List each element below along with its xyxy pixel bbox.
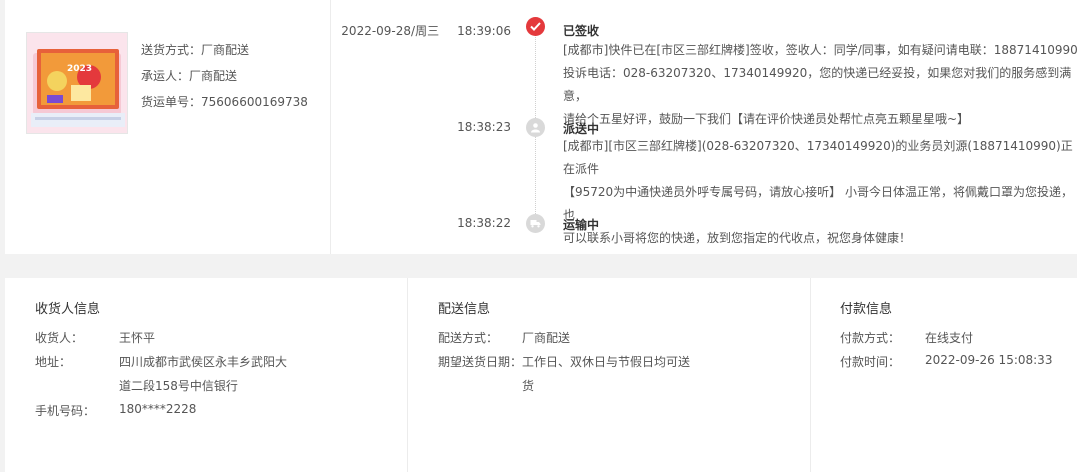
event-desc-line: 【95720为中通快递员外呼专属号码，请放心接听】 小哥今日体温正常，将佩戴口罩…: [563, 185, 1073, 222]
product-thumbnail[interactable]: 2023: [26, 32, 128, 134]
payment-method-value: 在线支付: [925, 331, 974, 345]
truck-icon: [526, 214, 545, 233]
tracking-timeline: 2022-09-28/周三 18:39:06 已签收 [成都市]快件已在[市区三部…: [331, 0, 1077, 254]
tracking-label: 货运单号：: [141, 95, 202, 109]
receiver-name-row: 收货人： 王怀平: [35, 329, 395, 347]
event-desc-line: 投诉电话：028-63207320、17340149920，您的快递已经妥投，如…: [563, 66, 1072, 103]
receiver-name-value: 王怀平: [119, 331, 156, 345]
delivery-method-value: 厂商配送: [522, 331, 571, 345]
delivery-date-line1: 工作日、双休日与节假日均可送: [522, 355, 691, 369]
delivery-info-title: 配送信息: [438, 302, 491, 317]
delivery-date-label: 期望送货日期：: [438, 355, 523, 369]
receiver-address-line2: 道二段158号中信银行: [119, 379, 238, 393]
delivery-date-row-2: 货: [438, 377, 798, 395]
tracking-number[interactable]: 75606600169738: [201, 95, 308, 109]
shipping-method-row: 送货方式：厂商配送: [141, 41, 308, 67]
check-icon: [526, 17, 545, 36]
event-time: 18:38:23: [457, 120, 511, 134]
receiver-address-line1: 四川成都市武侯区永丰乡武阳大: [119, 355, 288, 369]
receiver-address-label: 地址：: [35, 355, 72, 369]
receiver-info: 收货人信息 收货人： 王怀平 地址： 四川成都市武侯区永丰乡武阳大 道二段158…: [5, 278, 408, 472]
payment-info: 付款信息 付款方式： 在线支付 付款时间： 2022-09-26 15:08:3…: [811, 278, 1077, 472]
event-desc-line: [成都市]快件已在[市区三部红牌楼]签收，签收人：同学/同事，如有疑问请电联：1…: [563, 43, 1077, 57]
receiver-phone-label: 手机号码：: [35, 404, 96, 418]
receiver-address-row-2: 道二段158号中信银行: [35, 377, 395, 395]
courier-icon: [526, 118, 545, 137]
payment-method-label: 付款方式：: [840, 331, 901, 345]
svg-text:2023: 2023: [67, 64, 92, 74]
receiver-info-title: 收货人信息: [35, 302, 101, 317]
event-desc-line: 可以联系小哥将您的快递，放到您指定的代收点，祝您身体健康！: [563, 231, 912, 245]
carrier-value: 厂商配送: [189, 69, 238, 83]
shipping-method-label: 送货方式：: [141, 43, 202, 57]
receiver-phone-value: 180****2228: [119, 402, 197, 416]
receiver-name-label: 收货人：: [35, 331, 84, 345]
shipment-summary: 2023 送货方式：厂商配送 承运人：厂商配送 货运单号：75606600169…: [5, 0, 331, 254]
event-time: 18:38:22: [457, 216, 511, 230]
receiver-address-row: 地址： 四川成都市武侯区永丰乡武阳大: [35, 353, 395, 371]
delivery-date-line2: 货: [522, 379, 535, 393]
event-description: [成都市]快件已在[市区三部红牌楼]签收，签收人：同学/同事，如有疑问请电联：1…: [563, 39, 1077, 131]
payment-method-row: 付款方式： 在线支付: [840, 329, 1070, 347]
payment-info-title: 付款信息: [840, 302, 893, 317]
event-desc-line: [成都市][市区三部红牌楼](028-63207320、17340149920)…: [563, 139, 1073, 176]
shipping-method-value: 厂商配送: [201, 43, 250, 57]
event-status: 运输中: [563, 218, 600, 232]
order-info-panel: 收货人信息 收货人： 王怀平 地址： 四川成都市武侯区永丰乡武阳大 道二段158…: [5, 278, 1077, 472]
delivery-info: 配送信息 配送方式： 厂商配送 期望送货日期： 工作日、双休日与节假日均可送 货: [408, 278, 811, 472]
payment-time-label: 付款时间：: [840, 355, 901, 369]
event-time: 18:39:06: [457, 24, 511, 38]
payment-time-value: 2022-09-26 15:08:33: [925, 353, 1053, 367]
delivery-method-row: 配送方式： 厂商配送: [438, 329, 798, 347]
event-status: 已签收: [563, 24, 600, 38]
calendar-product-image: 2023: [27, 33, 127, 133]
event-desc-line: 请给个五星好评，鼓励一下我们【请在评价快递员处帮忙点亮五颗星星哦~】: [563, 112, 970, 126]
event-date: 2022-09-28/周三: [341, 24, 440, 38]
carrier-row: 承运人：厂商配送: [141, 67, 308, 93]
payment-time-row: 付款时间： 2022-09-26 15:08:33: [840, 353, 1070, 371]
event-description: [成都市][市区三部红牌楼](028-63207320、17340149920)…: [563, 135, 1077, 250]
logistics-card: 2023 送货方式：厂商配送 承运人：厂商配送 货运单号：75606600169…: [5, 0, 1077, 254]
carrier-label: 承运人：: [141, 69, 190, 83]
delivery-method-label: 配送方式：: [438, 331, 499, 345]
tracking-row: 货运单号：75606600169738: [141, 93, 308, 119]
receiver-phone-row: 手机号码： 180****2228: [35, 402, 395, 420]
delivery-date-row: 期望送货日期： 工作日、双休日与节假日均可送: [438, 353, 798, 371]
event-datetime: 2022-09-28/周三 18:39:06: [331, 22, 511, 39]
